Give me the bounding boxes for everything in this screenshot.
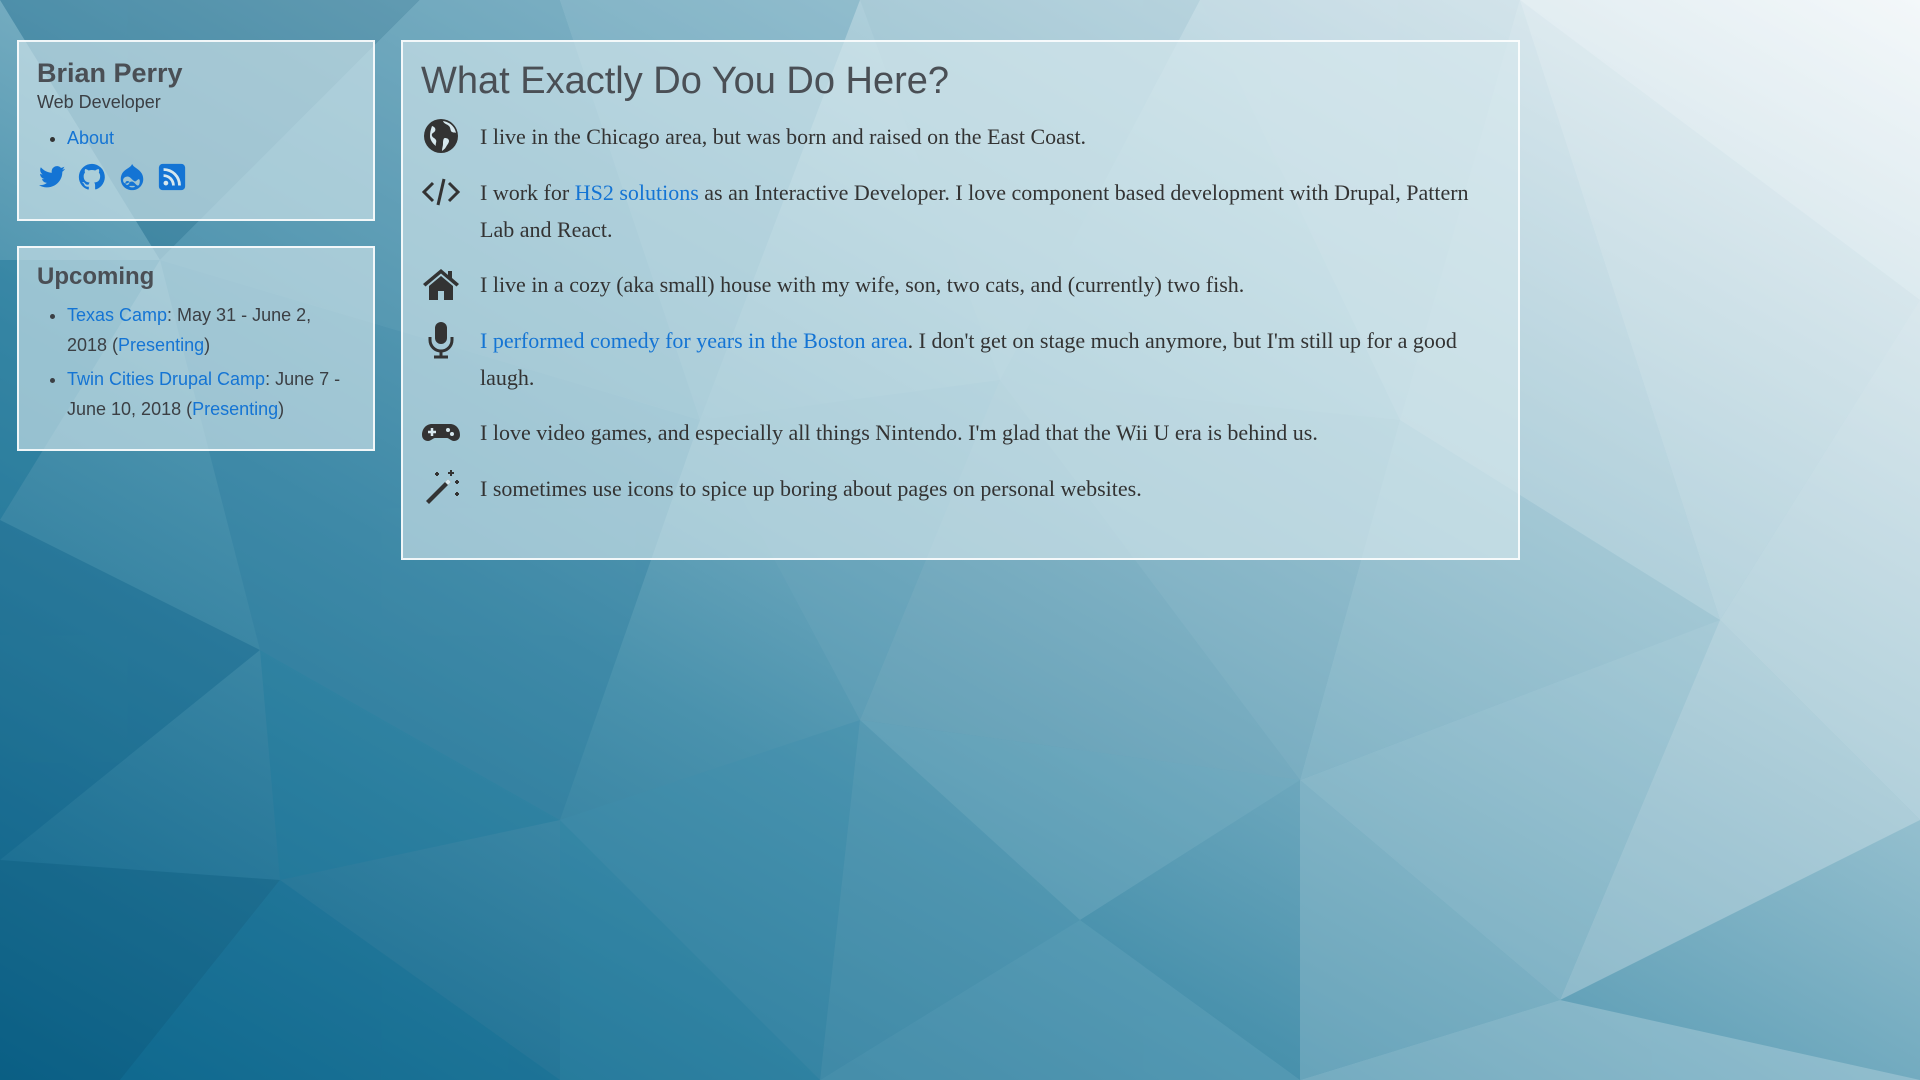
fact-item: I sometimes use icons to spice up boring…	[421, 470, 1500, 508]
site-tagline: Web Developer	[37, 92, 161, 112]
upcoming-event: Twin Cities Drupal Camp: June 7 - June 1…	[67, 364, 355, 424]
event-close: )	[204, 335, 211, 355]
fact-text: I love video games, and especially all t…	[480, 420, 1318, 445]
event-link[interactable]: Texas Camp	[67, 305, 167, 325]
gamepad-icon	[421, 412, 461, 452]
nav-item-about: About	[67, 126, 355, 150]
fact-list: I live in the Chicago area, but was born…	[421, 118, 1500, 508]
upcoming-title: Upcoming	[37, 263, 155, 290]
fact-item: I love video games, and especially all t…	[421, 414, 1500, 452]
site-info-card: Brian Perry Web Developer About	[17, 40, 375, 221]
nav-link-about[interactable]: About	[67, 128, 114, 148]
upcoming-event: Texas Camp: May 31 - June 2, 2018 (Prese…	[67, 300, 355, 360]
fact-text: I performed comedy for years in the Bost…	[480, 322, 1485, 396]
github-icon[interactable]	[77, 162, 107, 192]
event-link[interactable]: Twin Cities Drupal Camp	[67, 369, 265, 389]
fact-text-before: I work for	[480, 180, 575, 205]
site-nav: About	[37, 126, 355, 150]
rss-icon[interactable]	[157, 162, 187, 192]
globe-icon	[421, 116, 461, 156]
microphone-icon	[421, 320, 461, 360]
code-icon	[421, 172, 461, 212]
drupal-icon[interactable]	[117, 162, 147, 192]
upcoming-card: Upcoming Texas Camp: May 31 - June 2, 20…	[17, 246, 375, 451]
social-links	[37, 162, 355, 192]
site-name[interactable]: Brian Perry	[37, 56, 355, 90]
fact-text: I work for HS2 solutions as an Interacti…	[480, 174, 1485, 248]
comedy-link[interactable]: I performed comedy for years in the Bost…	[480, 328, 908, 353]
fact-item: I performed comedy for years in the Bost…	[421, 322, 1500, 396]
fact-text: I live in the Chicago area, but was born…	[480, 124, 1087, 149]
fact-item: I live in the Chicago area, but was born…	[421, 118, 1500, 156]
employer-link[interactable]: HS2 solutions	[575, 180, 699, 205]
fact-item: I live in a cozy (aka small) house with …	[421, 266, 1500, 304]
event-role-link[interactable]: Presenting	[118, 335, 204, 355]
fact-item: I work for HS2 solutions as an Interacti…	[421, 174, 1500, 248]
home-icon	[421, 264, 461, 304]
event-role-link[interactable]: Presenting	[192, 399, 278, 419]
magic-wand-icon	[421, 468, 461, 508]
fact-text: I live in a cozy (aka small) house with …	[480, 272, 1245, 297]
page-title: What Exactly Do You Do Here?	[421, 60, 950, 102]
twitter-icon[interactable]	[37, 162, 67, 192]
fact-text: I sometimes use icons to spice up boring…	[480, 476, 1142, 501]
about-card: What Exactly Do You Do Here? I live in t…	[401, 40, 1520, 560]
event-close: )	[278, 399, 285, 419]
upcoming-list: Texas Camp: May 31 - June 2, 2018 (Prese…	[37, 300, 355, 424]
